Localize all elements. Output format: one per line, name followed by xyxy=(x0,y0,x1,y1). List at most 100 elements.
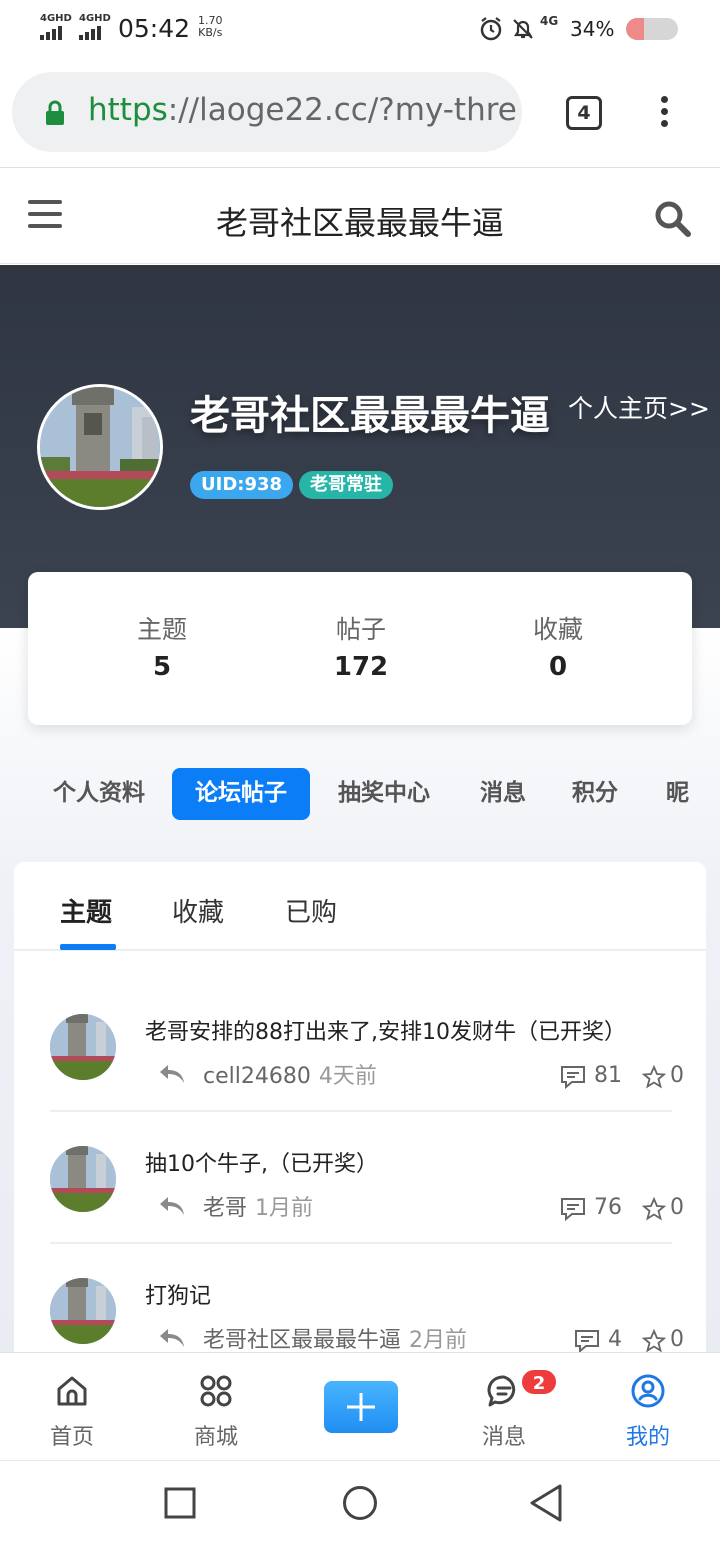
stat-topics[interactable]: 主题 5 xyxy=(62,610,262,682)
sim1-label: 4GHD xyxy=(40,13,72,24)
comment-count: 76 xyxy=(594,1195,622,1220)
posts-card: 主题 收藏 已购 老哥安排的88打出来了,安排10发财牛（已开奖） cell24… xyxy=(14,862,706,1422)
nav-label: 消息 xyxy=(481,1425,526,1450)
homepage-link[interactable]: 个人主页>> xyxy=(568,389,710,425)
net-speed: 1.70 KB/s xyxy=(198,15,223,39)
tab-profile[interactable]: 个人资料 xyxy=(53,768,145,820)
browser-toolbar: https://laoge22.cc/?my-thre 4 xyxy=(0,58,720,168)
sim1-signal: 4GHD xyxy=(40,14,72,40)
active-tab-indicator xyxy=(60,944,116,950)
nav-label: 首页 xyxy=(49,1425,94,1450)
post-title[interactable]: 打狗记 xyxy=(145,1278,211,1310)
url-scheme: https xyxy=(88,92,168,128)
post-author[interactable]: cell24680 xyxy=(203,1064,311,1089)
battery-fill xyxy=(626,18,644,40)
tab-switcher-button[interactable]: 4 xyxy=(566,96,602,130)
post-time: 1月前 xyxy=(255,1196,314,1221)
comment-icon xyxy=(561,1066,585,1089)
stat-posts[interactable]: 帖子 172 xyxy=(261,610,461,682)
post-meta: 老哥 1月前 xyxy=(203,1190,313,1222)
post-item[interactable]: 老哥安排的88打出来了,安排10发财牛（已开奖） cell24680 4天前 81… xyxy=(50,980,684,1112)
stat-favorites[interactable]: 收藏 0 xyxy=(458,610,658,682)
recents-icon[interactable] xyxy=(164,1487,196,1519)
post-time: 4天前 xyxy=(318,1064,377,1089)
favorite-count: 0 xyxy=(670,1063,684,1088)
post-item[interactable]: 抽10个牛子,（已开奖） 老哥 1月前 76 0 xyxy=(50,1112,684,1244)
post-time: 2月前 xyxy=(409,1328,468,1353)
grid-icon xyxy=(200,1375,232,1407)
tab-points[interactable]: 积分 xyxy=(572,768,618,820)
nav-shop[interactable]: 商城 xyxy=(176,1373,256,1451)
home-circle-icon[interactable] xyxy=(342,1485,378,1521)
url-text: https://laoge22.cc/?my-thre xyxy=(88,92,517,128)
sim2-label: 4GHD xyxy=(79,13,111,24)
system-nav-bar xyxy=(0,1460,720,1544)
url-rest: ://laoge22.cc/?my-thre xyxy=(167,92,517,128)
post-title[interactable]: 老哥安排的88打出来了,安排10发财牛（已开奖） xyxy=(145,1014,626,1046)
bottom-nav: 首页 商城 消息 2 我的 xyxy=(0,1352,720,1460)
post-title[interactable]: 抽10个牛子,（已开奖） xyxy=(145,1146,378,1178)
post-avatar[interactable] xyxy=(50,1278,116,1344)
post-meta: 老哥社区最最最牛逼 2月前 xyxy=(203,1322,467,1354)
chat-icon xyxy=(487,1375,516,1407)
post-author[interactable]: 老哥社区最最最牛逼 xyxy=(203,1328,401,1353)
comment-count: 81 xyxy=(594,1063,622,1088)
rank-badge: 老哥常驻 xyxy=(299,471,393,499)
tab-forum-posts[interactable]: 论坛帖子 xyxy=(172,768,310,820)
nav-home[interactable]: 首页 xyxy=(32,1373,112,1451)
battery-icon xyxy=(626,18,678,40)
tab-nickname[interactable]: 昵 xyxy=(666,768,689,820)
lock-icon xyxy=(46,100,64,125)
nav-mine[interactable]: 我的 xyxy=(608,1373,688,1451)
site-header: 老哥社区最最最牛逼 xyxy=(0,168,720,264)
nav-label: 我的 xyxy=(625,1425,670,1450)
tab-messages[interactable]: 消息 xyxy=(480,768,526,820)
avatar[interactable] xyxy=(37,384,163,510)
sub-tabs: 主题 收藏 已购 xyxy=(14,862,706,951)
site-title: 老哥社区最最最牛逼 xyxy=(215,204,504,242)
stat-label: 收藏 xyxy=(532,615,583,644)
subtab-favorites[interactable]: 收藏 xyxy=(172,892,224,929)
net-speed-unit: KB/s xyxy=(198,26,223,39)
star-icon[interactable] xyxy=(642,1329,666,1353)
stat-label: 主题 xyxy=(136,615,187,644)
uid-badge: UID:938 xyxy=(190,471,294,499)
tab-lottery[interactable]: 抽奖中心 xyxy=(338,768,430,820)
star-icon[interactable] xyxy=(642,1065,666,1089)
address-bar[interactable]: https://laoge22.cc/?my-thre xyxy=(12,72,522,152)
subtab-purchased[interactable]: 已购 xyxy=(285,892,337,929)
stat-value: 172 xyxy=(333,652,389,682)
favorite-count: 0 xyxy=(670,1195,684,1220)
profile-name: 老哥社区最最最牛逼 xyxy=(190,393,550,439)
nav-label: 商城 xyxy=(193,1425,238,1450)
unread-badge: 2 xyxy=(520,1368,558,1396)
search-icon[interactable] xyxy=(654,200,692,238)
browser-menu-button[interactable] xyxy=(650,96,678,136)
alarm-icon xyxy=(480,17,502,41)
post-meta: cell24680 4天前 xyxy=(203,1058,377,1090)
plus-icon xyxy=(347,1393,375,1421)
star-icon[interactable] xyxy=(642,1197,666,1221)
reply-icon xyxy=(160,1065,184,1083)
battery-percent: 34% xyxy=(570,17,615,41)
stat-value: 0 xyxy=(548,652,568,682)
stat-label: 帖子 xyxy=(335,615,386,644)
post-avatar[interactable] xyxy=(50,1014,116,1080)
comment-count: 4 xyxy=(608,1327,622,1352)
clock: 05:42 xyxy=(118,14,191,43)
stat-value: 5 xyxy=(152,652,172,682)
mute-icon xyxy=(513,19,533,39)
reply-icon xyxy=(160,1197,184,1215)
back-triangle-icon[interactable] xyxy=(528,1483,564,1523)
comment-icon xyxy=(561,1198,585,1221)
user-circle-icon xyxy=(631,1374,665,1408)
subtab-topics[interactable]: 主题 xyxy=(60,892,112,929)
comment-icon xyxy=(575,1330,599,1353)
stats-card: 主题 5 帖子 172 收藏 0 xyxy=(28,572,692,725)
post-author[interactable]: 老哥 xyxy=(203,1196,247,1221)
status-bar: 4GHD 4GHD 05:42 1.70 KB/s 4G 34% xyxy=(0,0,720,58)
post-avatar[interactable] xyxy=(50,1146,116,1212)
network-type: 4G xyxy=(540,14,559,28)
reply-icon xyxy=(160,1329,184,1347)
new-post-button[interactable] xyxy=(324,1381,398,1433)
